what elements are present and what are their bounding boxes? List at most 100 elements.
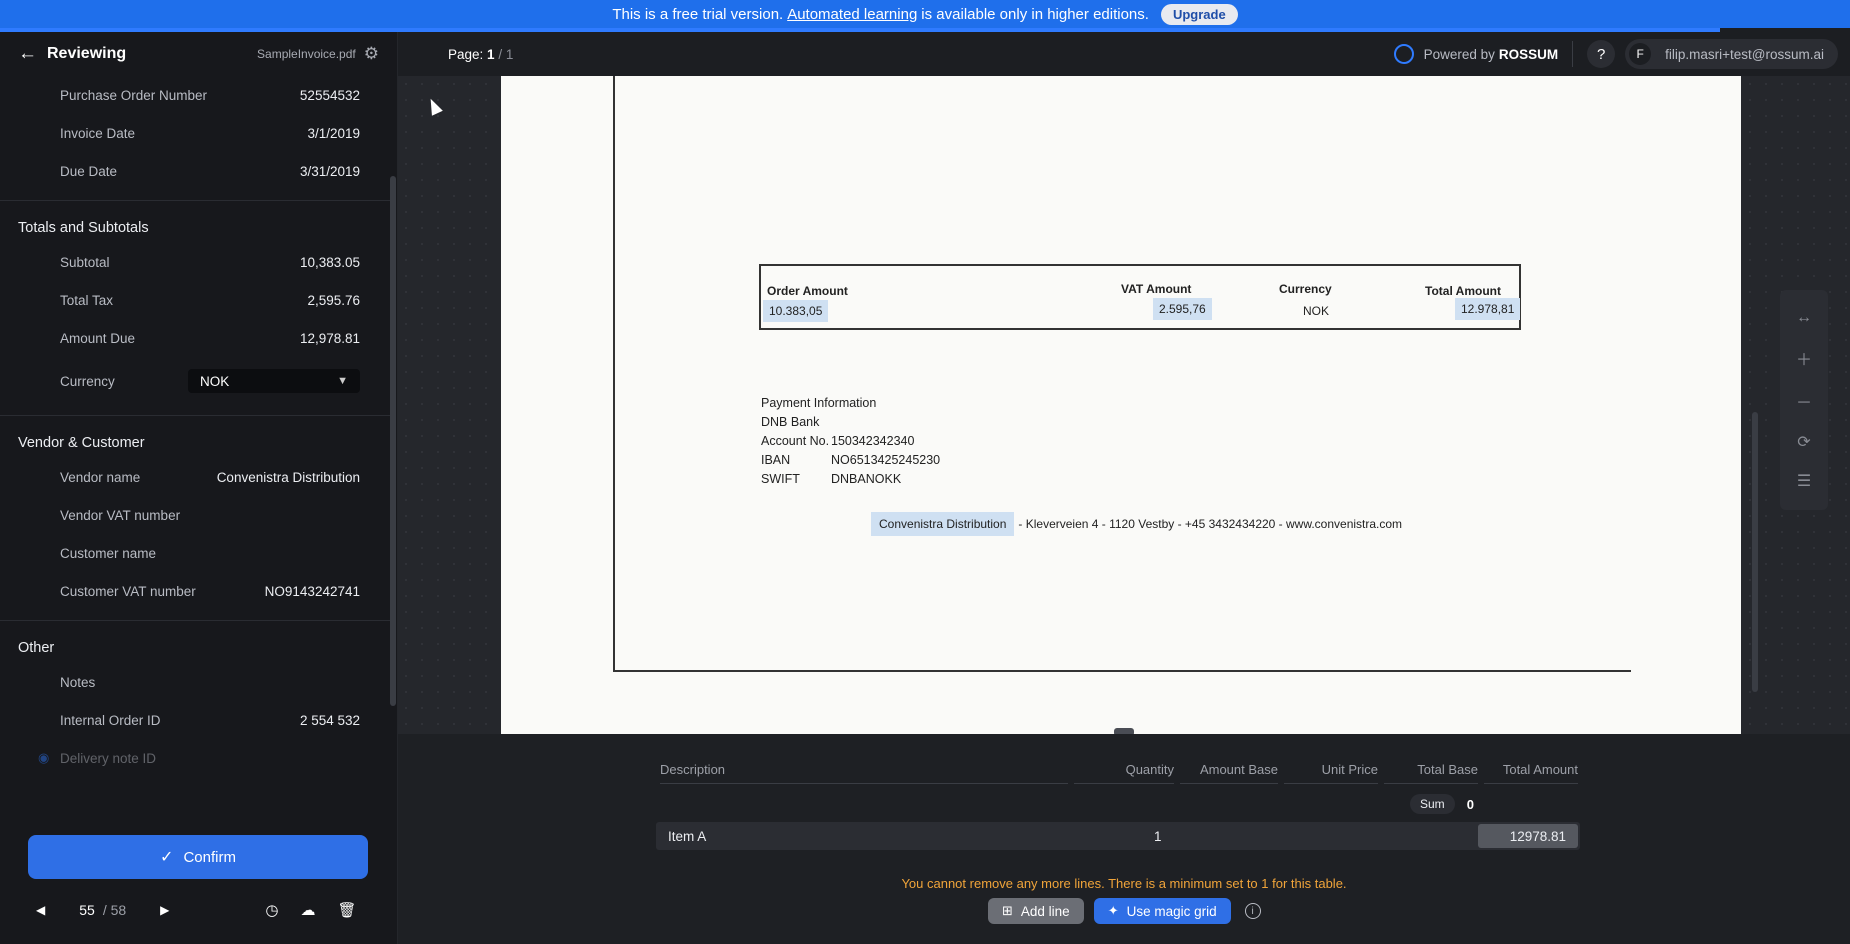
field-subtotal[interactable]: Subtotal 10,383.05 (0, 243, 390, 281)
field-purchase-order[interactable]: Purchase Order Number 52554532 (0, 76, 390, 114)
prev-document-icon[interactable]: ◀ (36, 903, 45, 917)
page-total: 1 (505, 46, 514, 62)
vat-amount-value[interactable]: 2.595,76 (1153, 298, 1212, 320)
field-total-tax[interactable]: Total Tax 2,595.76 (0, 281, 390, 319)
sidebar: ← Reviewing SampleInvoice.pdf ⚙ Purchase… (0, 32, 398, 944)
clock-icon[interactable]: ◷ (265, 901, 278, 919)
banner-text-before: This is a free trial version. (612, 5, 784, 23)
account-value: 150342342340 (831, 434, 915, 448)
automated-learning-link[interactable]: Automated learning (787, 6, 917, 23)
field-value[interactable]: 2,595.76 (307, 293, 360, 308)
field-label: Delivery note ID (60, 750, 157, 766)
document-scrollbar[interactable] (1752, 412, 1758, 692)
magic-grid-button[interactable]: ✦ Use magic grid (1093, 898, 1231, 924)
info-icon[interactable]: i (1244, 903, 1261, 919)
field-delivery-note-id[interactable]: ◉ Delivery note ID (0, 739, 390, 777)
section-heading: Other (18, 640, 55, 656)
iban-line: IBAN NO6513425245230 (761, 451, 940, 470)
vat-amount-header: VAT Amount (1121, 282, 1192, 296)
currency-value-doc[interactable]: NOK (1297, 300, 1335, 322)
currency-select[interactable]: NOK ▼ (188, 369, 360, 393)
zoom-in-icon[interactable]: ＋ (1796, 346, 1812, 370)
row-description[interactable]: Item A (668, 829, 706, 844)
sidebar-title: Reviewing (47, 45, 127, 62)
amount-table: Order Amount VAT Amount Currency Total A… (759, 264, 1521, 330)
field-due-date[interactable]: Due Date 3/31/2019 (0, 152, 390, 190)
iban-label: IBAN (761, 453, 791, 467)
trash-icon[interactable]: 🗑 (338, 901, 357, 919)
field-label: Vendor name (60, 469, 141, 485)
swift-value: DNBANOKK (831, 472, 902, 486)
brand-name: ROSSUM (1498, 46, 1559, 62)
pager-current: 55 (79, 902, 95, 918)
payment-information: Payment Information DNB Bank Account No.… (761, 394, 940, 489)
document-page[interactable]: Order Amount VAT Amount Currency Total A… (501, 76, 1741, 734)
currency-header: Currency (1279, 282, 1332, 296)
user-email: filip.masri+test@rossum.ai (1665, 46, 1824, 62)
field-value[interactable]: 3/1/2019 (307, 126, 360, 141)
back-arrow-icon[interactable]: ← (18, 43, 37, 65)
rotate-icon[interactable]: ⟳ (1797, 432, 1810, 452)
table-row[interactable]: Item A 1 12978.81 (656, 822, 1580, 850)
add-line-button[interactable]: ⊞ Add line (988, 898, 1084, 924)
column-quantity[interactable]: Quantity (1074, 762, 1174, 784)
order-amount-value[interactable]: 10.383,05 (763, 300, 829, 322)
field-value[interactable]: 52554532 (300, 88, 360, 103)
field-notes[interactable]: Notes (0, 663, 390, 701)
vendor-address: - Kleverveien 4 - 1120 Vestby - +45 3432… (1018, 517, 1403, 531)
help-button[interactable]: ? (1587, 40, 1616, 68)
sidebar-scrollbar[interactable] (390, 176, 396, 706)
column-description[interactable]: Description (660, 762, 1068, 784)
pager-total: / 58 (102, 902, 127, 918)
cloud-download-icon[interactable]: ☁ (301, 901, 316, 919)
magic-grid-label: Use magic grid (1126, 903, 1217, 919)
total-amount-value[interactable]: 12.978,81 (1455, 298, 1521, 320)
section-heading: Totals and Subtotals (18, 220, 149, 236)
column-total-amount[interactable]: Total Amount (1484, 762, 1578, 784)
table-actions: ⊞ Add line ✦ Use magic grid i (988, 898, 1261, 924)
field-label: Purchase Order Number (60, 87, 208, 103)
column-total-base[interactable]: Total Base (1384, 762, 1478, 784)
fit-width-icon[interactable]: ↔ (1796, 309, 1812, 327)
field-customer-name[interactable]: Customer name (0, 534, 390, 572)
field-value[interactable]: NO9143242741 (265, 584, 360, 599)
vendor-name-highlight[interactable]: Convenistra Distribution (871, 512, 1015, 536)
field-label: Notes (60, 674, 96, 690)
rossum-logo-icon (1393, 44, 1414, 64)
account-label: Account No. (761, 434, 830, 448)
field-value[interactable]: 10,383.05 (300, 255, 360, 270)
field-currency[interactable]: Currency NOK ▼ (0, 357, 390, 405)
sum-value: 0 (1466, 796, 1474, 812)
field-amount-due[interactable]: Amount Due 12,978.81 (0, 319, 390, 357)
gear-icon[interactable]: ⚙ (364, 44, 379, 64)
sidebar-fields[interactable]: Purchase Order Number 52554532 Invoice D… (0, 76, 390, 836)
confirm-button[interactable]: ✓ Confirm (28, 835, 368, 879)
chevron-down-icon: ▼ (337, 375, 348, 387)
magic-wand-icon: ✦ (1107, 903, 1119, 918)
row-total-amount[interactable]: 12978.81 (1478, 824, 1578, 848)
eye-icon[interactable]: ◉ (38, 750, 49, 766)
document-canvas[interactable]: Order Amount VAT Amount Currency Total A… (398, 76, 1850, 734)
column-amount-base[interactable]: Amount Base (1180, 762, 1278, 784)
next-document-icon[interactable]: ▶ (160, 903, 169, 917)
bank-name: DNB Bank (761, 415, 820, 429)
field-value[interactable]: Convenistra Distribution (217, 470, 360, 485)
field-internal-order-id[interactable]: Internal Order ID 2 554 532 (0, 701, 390, 739)
field-customer-vat[interactable]: Customer VAT number NO9143242741 (0, 572, 390, 610)
page-frame (613, 76, 1631, 672)
field-value[interactable]: 3/31/2019 (300, 164, 360, 179)
check-icon: ✓ (160, 849, 174, 866)
filename: SampleInvoice.pdf (257, 47, 356, 61)
search-text-icon[interactable]: ☰ (1797, 471, 1811, 491)
column-unit-price[interactable]: Unit Price (1284, 762, 1378, 784)
field-value[interactable]: 12,978.81 (300, 331, 360, 346)
section-totals: Totals and Subtotals Subtotal 10,383.05 … (0, 200, 390, 405)
user-menu[interactable]: F filip.masri+test@rossum.ai (1625, 39, 1838, 69)
zoom-out-icon[interactable]: － (1796, 389, 1812, 413)
field-vendor-name[interactable]: Vendor name Convenistra Distribution (0, 458, 390, 496)
row-quantity[interactable]: 1 (1154, 829, 1162, 844)
field-value[interactable]: 2 554 532 (300, 713, 360, 728)
upgrade-button[interactable]: Upgrade (1160, 3, 1238, 25)
field-vendor-vat[interactable]: Vendor VAT number (0, 496, 390, 534)
field-invoice-date[interactable]: Invoice Date 3/1/2019 (0, 114, 390, 152)
